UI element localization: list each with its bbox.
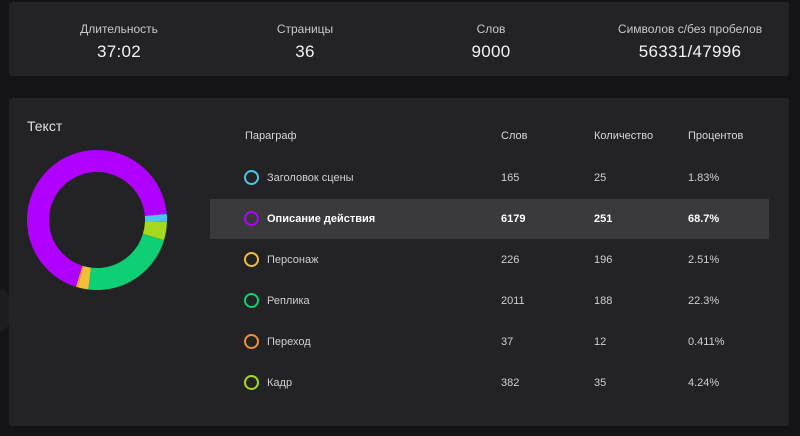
card-title: Текст [27,118,63,134]
row-percent: 68.7% [688,213,720,225]
row-percent: 22.3% [688,295,720,307]
table-row[interactable]: Реплика 2011 188 22.3% [210,281,769,321]
row-name: Реплика [267,295,310,307]
circle-icon [244,334,259,349]
stat-words: Слов 9000 [401,22,581,62]
row-count: 251 [594,213,613,225]
row-words: 382 [501,377,520,389]
stat-pages: Страницы 36 [215,22,395,62]
stat-label: Страницы [276,22,334,36]
circle-icon [244,170,259,185]
circle-icon [244,375,259,390]
row-name: Заголовок сцены [267,172,354,184]
stats-card: Длительность 37:02 Страницы 36 Слов 9000… [9,2,789,76]
row-count: 35 [594,377,607,389]
donut-chart [27,150,167,290]
stat-value: 36 [295,42,315,61]
row-words: 2011 [501,295,525,307]
row-percent: 4.24% [688,377,720,389]
circle-icon [244,293,259,308]
circle-icon [244,252,259,267]
circle-icon [244,211,259,226]
row-name: Описание действия [267,213,376,225]
row-words: 6179 [501,213,526,225]
row-percent: 0.411% [688,336,725,348]
stat-label: Длительность [80,22,158,36]
stat-value: 9000 [471,42,511,61]
row-percent: 1.83% [688,172,720,184]
stat-value: 37:02 [96,42,142,61]
stat-label: Слов [476,22,506,36]
row-count: 188 [594,295,613,307]
table-row[interactable]: Переход 37 12 0.411% [210,322,769,362]
row-count: 196 [594,254,613,266]
table-row[interactable]: Персонаж 226 196 2.51% [210,240,769,280]
table-row[interactable]: Кадр 382 35 4.24% [210,363,769,403]
header-count: Количество [594,130,654,142]
stat-duration: Длительность 37:02 [29,22,209,62]
row-percent: 2.51% [688,254,720,266]
row-name: Персонаж [267,254,319,266]
stat-value: 56331/47996 [638,42,742,61]
header-percent: Процентов [688,130,744,142]
row-words: 37 [501,336,514,348]
header-words: Слов [501,130,528,142]
row-name: Кадр [267,377,293,389]
row-count: 12 [594,336,607,348]
table-row[interactable]: Заголовок сцены 165 25 1.83% [210,158,769,198]
row-count: 25 [594,172,607,184]
table-row[interactable]: Описание действия 6179 251 68.7% [210,199,769,239]
row-words: 226 [501,254,520,266]
row-words: 165 [501,172,520,184]
row-name: Переход [267,336,311,348]
header-paragraph: Параграф [245,130,297,142]
stat-label: Символов с/без пробелов [617,22,763,36]
stat-characters: Символов с/без пробелов 56331/47996 [585,22,795,62]
text-stats-card: Текст Параграф Слов Количество Процентов… [9,98,789,426]
